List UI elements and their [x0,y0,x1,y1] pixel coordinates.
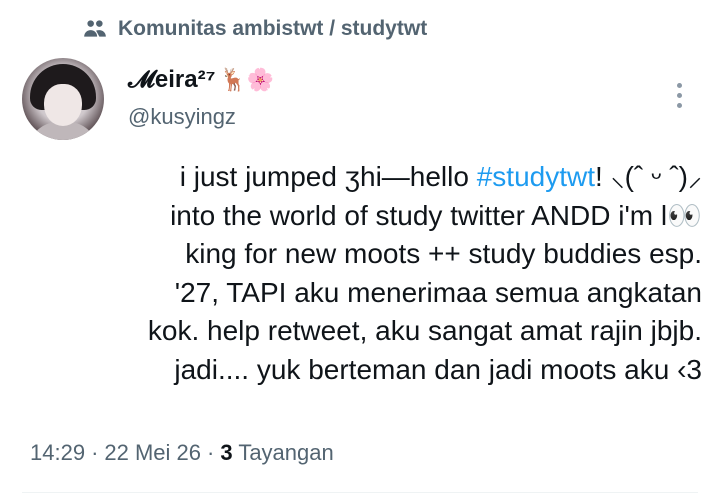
tweet-line: jadi.... yuk berteman dan jadi moots aku… [174,353,702,385]
tweet-line: i just jumped ʒhi—hello #studytwt! ⸜(ˆ ᵕ… [179,161,702,192]
tweet-text: i just jumped ʒhi—hello #studytwt! ⸜(ˆ ᵕ… [30,158,702,389]
hashtag-link[interactable]: #studytwt [477,161,595,192]
views-label: Tayangan [238,440,334,465]
tweet-date[interactable]: 22 Mei 26 [104,440,201,466]
author-name[interactable]: 𝓜eira²⁷ 🦌🌸 [128,66,274,94]
divider [22,492,698,493]
avatar[interactable] [22,58,104,140]
community-link[interactable]: Komunitas ambistwt / studytwt [82,16,427,42]
community-icon [84,20,106,37]
tweet-line: king for new moots ++ study buddies esp. [185,238,702,269]
tweet-line: kok. help retweet, aku sangat amat rajin… [147,315,702,346]
author-display-name: 𝓜eira²⁷ [128,66,216,93]
author-emojis: 🦌🌸 [219,67,275,92]
author-handle[interactable]: @kusyingz [128,104,236,130]
tweet-line: '27, TAPI aku menerimaa semua angkatan [174,276,702,308]
community-label: Komunitas ambistwt / studytwt [118,17,428,40]
tweet-line: into the world of study twitter ANDD i'm… [170,199,702,231]
views-count: 3 [220,440,233,465]
tweet-meta: 14:29 · 22 Mei 26 · 3 Tayangan [30,440,334,466]
tweet-time[interactable]: 14:29 [30,440,85,466]
more-options-icon[interactable] [664,80,694,110]
